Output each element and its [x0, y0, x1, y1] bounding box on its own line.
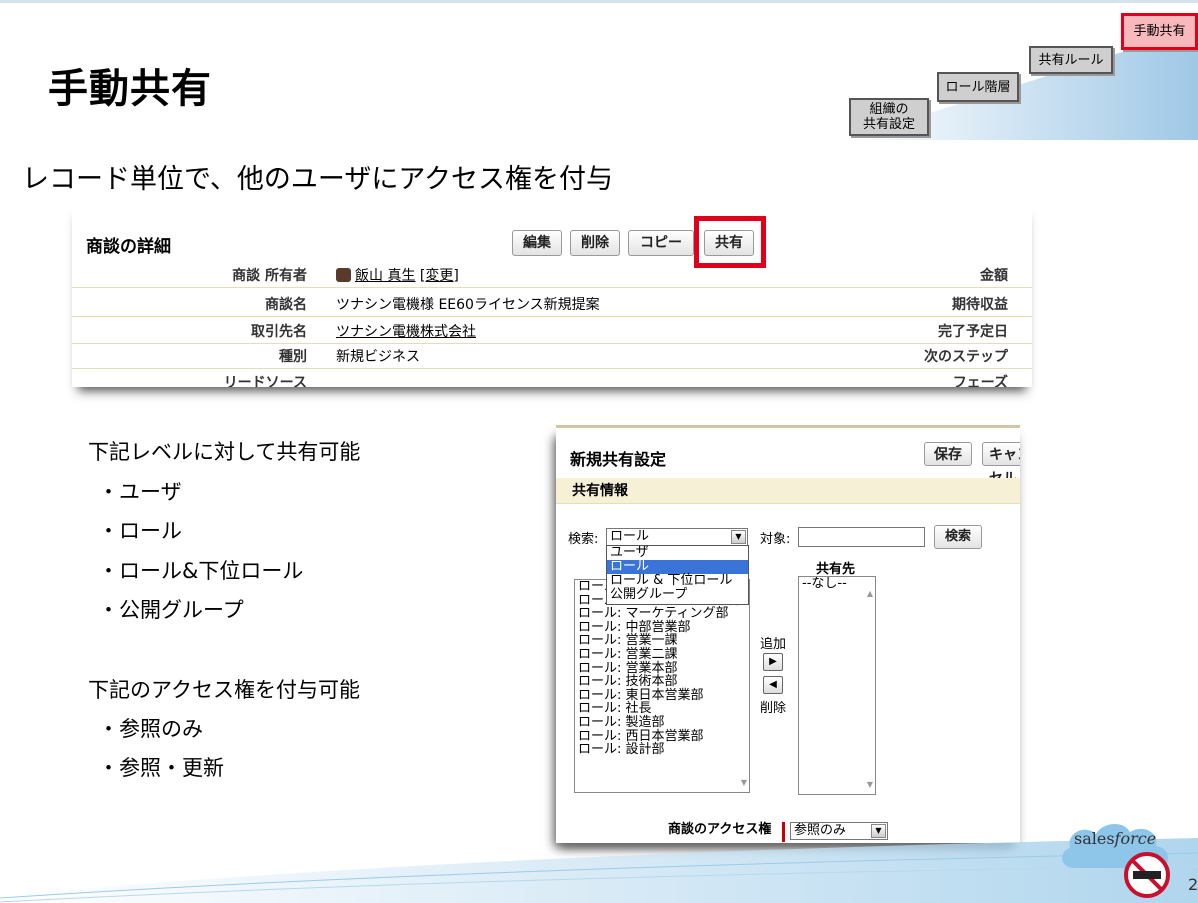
dropdown-option-role-subordinates[interactable]: ロール & 下位ロール [607, 574, 748, 588]
sharing-dialog-title: 新規共有設定 [570, 450, 667, 469]
list-item[interactable]: ロール: 製造部 [578, 716, 749, 730]
account-name-link[interactable]: ツナシン電機株式会社 [336, 320, 476, 344]
search-type-value: ロール [610, 529, 650, 544]
add-label: 追加 [760, 637, 787, 652]
opportunity-detail-screenshot: 商談の詳細 編集 削除 コピー 共有 商談 所有者 飯山 真生 [変更] 金額 … [72, 202, 1032, 387]
detail-row-owner: 商談 所有者 飯山 真生 [変更] 金額 [72, 264, 1032, 288]
step-org-sharing-line2: 共有設定 [862, 117, 915, 132]
levels-heading: 下記レベルに対して共有可能 [88, 440, 361, 464]
share-with-label: 共有先 [816, 562, 856, 577]
opportunity-name-label: 商談名 [265, 297, 307, 313]
detail-row-lead-source: リードソース フェーズ [72, 371, 1032, 387]
save-button[interactable]: 保存 [924, 442, 972, 466]
level-user: ・ユーザ [98, 480, 182, 504]
cancel-button[interactable]: キャンセル [982, 442, 1020, 487]
list-item[interactable]: ロール: 技術本部 [578, 675, 749, 689]
edit-button[interactable]: 編集 [512, 230, 562, 256]
copy-button[interactable]: コピー [628, 230, 694, 256]
stage-label: フェーズ [952, 375, 1008, 387]
level-public-group: ・公開グループ [98, 598, 244, 622]
new-sharing-dialog: 新規共有設定 保存 キャンセル 共有情報 検索: ロール ▼ ユーザ ロール ロ… [556, 425, 1020, 843]
lead-source-label: リードソース [223, 375, 307, 387]
detail-row-account: 取引先名 ツナシン電機株式会社 完了予定日 [72, 320, 1032, 344]
detail-row-type: 種別 新規ビジネス 次のステップ [72, 345, 1032, 369]
owner-value: 飯山 真生 [変更] [336, 264, 459, 288]
page-number: 2 [1188, 875, 1198, 894]
list-item[interactable]: ロール: マーケティング部 [578, 607, 749, 621]
detail-row-name: 商談名 ツナシン電機様 EE60ライセンス新規提案 期待収益 [72, 293, 1032, 317]
access-heading: 下記のアクセス権を付与可能 [88, 678, 360, 702]
search-button[interactable]: 検索 [934, 525, 982, 549]
list-item[interactable]: ロール: 社長 [578, 702, 749, 716]
dropdown-option-public-group[interactable]: 公開グループ [607, 588, 748, 602]
list-item[interactable]: --なし-- [802, 577, 875, 591]
amount-label: 金額 [980, 268, 1008, 284]
logo-text-sales: sales [1074, 829, 1115, 848]
target-label: 対象: [760, 532, 791, 547]
sharing-info-section: 共有情報 [556, 478, 1020, 504]
search-label: 検索: [568, 532, 599, 547]
scroll-up-icon[interactable]: ▲ [867, 587, 873, 601]
no-software-badge-icon [1124, 852, 1170, 898]
owner-link[interactable]: 飯山 真生 [355, 268, 415, 284]
page-title: 手動共有 [48, 66, 212, 112]
move-left-icon[interactable]: ◀ [763, 676, 783, 694]
next-step-label: 次のステップ [924, 349, 1008, 365]
scroll-down-icon[interactable]: ▼ [741, 776, 747, 790]
slide-subtitle: レコード単位で、他のユーザにアクセス権を付与 [22, 164, 614, 195]
opportunity-name-value: ツナシン電機様 EE60ライセンス新規提案 [336, 297, 600, 313]
list-item[interactable]: ロール: 営業一課 [578, 634, 749, 648]
move-right-icon[interactable]: ▶ [763, 653, 783, 671]
step-org-sharing-line1: 組織の [869, 102, 909, 117]
dropdown-option-user[interactable]: ユーザ [607, 546, 748, 560]
available-list[interactable]: ロール: CEO ロール: マーケティング本部 ロール: マーケティング部 ロー… [574, 579, 750, 793]
type-value: 新規ビジネス [336, 349, 420, 365]
close-date-label: 完了予定日 [938, 324, 1008, 340]
bottom-wave-decoration [0, 838, 1198, 903]
step-role-hierarchy: ロール階層 [937, 72, 1019, 102]
logo-text-force: force [1114, 829, 1157, 848]
type-label: 種別 [279, 349, 307, 365]
share-with-list[interactable]: --なし-- ▲ ▼ [798, 576, 876, 795]
salesforce-logo-text: salesforce [1074, 829, 1156, 848]
step-manual-sharing: 手動共有 [1121, 13, 1198, 50]
scroll-down-icon[interactable]: ▼ [867, 778, 873, 792]
step-org-sharing: 組織の 共有設定 [849, 98, 929, 136]
delete-button[interactable]: 削除 [570, 230, 620, 256]
step-sharing-rules: 共有ルール [1029, 46, 1113, 74]
chevron-down-icon[interactable]: ▼ [731, 530, 746, 544]
target-input[interactable] [798, 527, 925, 547]
share-button-highlight [694, 216, 766, 268]
opportunity-detail-title: 商談の詳細 [86, 237, 171, 257]
expected-revenue-label: 期待収益 [952, 297, 1008, 313]
dropdown-option-role[interactable]: ロール [607, 560, 748, 574]
user-avatar-icon [336, 268, 351, 282]
owner-label: 商談 所有者 [232, 268, 307, 284]
access-read-only: ・参照のみ [98, 717, 203, 741]
list-item[interactable]: ロール: 設計部 [578, 743, 749, 757]
search-type-select[interactable]: ロール ▼ [606, 528, 748, 546]
owner-change-link[interactable]: [変更] [420, 268, 459, 284]
search-type-dropdown[interactable]: ユーザ ロール ロール & 下位ロール 公開グループ [606, 545, 749, 605]
level-role-subordinates: ・ロール&下位ロール [98, 559, 304, 583]
access-read-write: ・参照・更新 [98, 756, 224, 780]
level-role: ・ロール [98, 519, 182, 543]
list-item[interactable]: ロール: 営業本部 [578, 661, 749, 676]
remove-label: 削除 [760, 701, 787, 716]
account-name-label: 取引先名 [251, 324, 307, 340]
list-item[interactable]: ロール: 営業二課 [578, 648, 749, 662]
top-border [0, 0, 1198, 3]
